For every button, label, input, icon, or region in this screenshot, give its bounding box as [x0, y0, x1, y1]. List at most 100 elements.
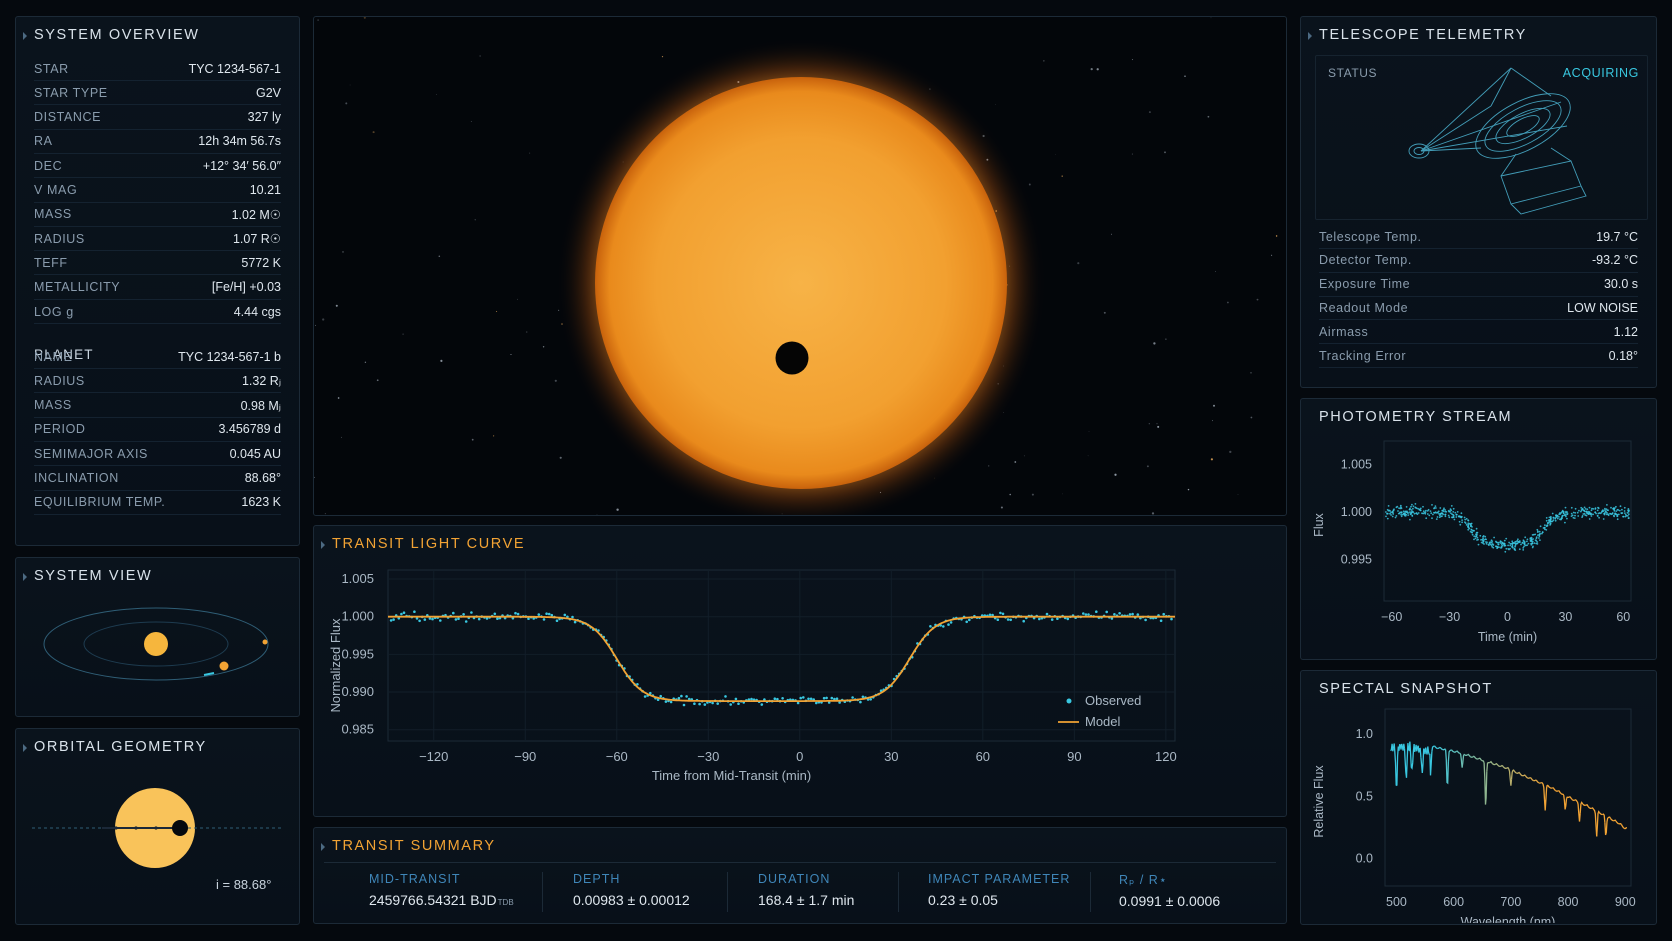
star-icon: [144, 632, 168, 656]
collapse-caret-icon[interactable]: [23, 744, 27, 752]
stream-point: [1443, 507, 1445, 510]
row-label: Telescope Temp.: [1319, 229, 1422, 244]
background-star: [1000, 506, 1003, 509]
background-star: [1090, 67, 1093, 71]
stream-point: [1604, 507, 1606, 510]
background-star: [1157, 425, 1160, 428]
observed-point: [851, 696, 854, 699]
stream-point: [1412, 505, 1415, 508]
observed-point: [457, 617, 460, 620]
stream-point: [1607, 509, 1609, 512]
spectral-snapshot-panel: SPECTAL SNAPSHOT 500 600 700 800 900 1.0 0.5 0.…: [1300, 670, 1657, 925]
row-value: 1.07 R☉: [232, 232, 281, 247]
observed-point: [493, 612, 497, 616]
stream-point: [1544, 528, 1546, 531]
stream-point: [1471, 531, 1473, 534]
observed-point: [1159, 619, 1163, 622]
row-label: DISTANCE: [34, 110, 102, 125]
stream-point: [1580, 510, 1582, 513]
spectrum-segment: [1434, 745, 1438, 750]
planet-marker: [172, 820, 188, 836]
inclination-label: i = 88.68°: [216, 877, 272, 892]
stream-point: [1404, 511, 1407, 513]
observed-point: [1128, 613, 1132, 616]
background-star: [1187, 488, 1190, 491]
stream-point: [1597, 506, 1599, 509]
stream-point: [1541, 532, 1543, 535]
background-star: [1165, 338, 1167, 340]
data-row: Detector Temp. -93.2 °C: [1319, 249, 1638, 273]
spectrum-segment: [1598, 812, 1603, 816]
collapse-caret-icon[interactable]: [321, 843, 325, 851]
panel-title: ORBITAL GEOMETRY: [34, 739, 207, 755]
system-overview-panel: SYSTEM OVERVIEW STAR TYC 1234-567-1 STAR T…: [15, 16, 300, 546]
observed-point: [825, 696, 828, 700]
panel-title: SYSTEM OVERVIEW: [34, 27, 200, 43]
stream-point: [1517, 540, 1520, 543]
stream-point: [1454, 511, 1457, 514]
stream-point: [1453, 518, 1456, 521]
observed-point: [431, 617, 434, 621]
transit-light-curve-chart: −120 −90 −60 −30 0 30 60 90 120 1.005 1.000 0.995 0.…: [328, 569, 1177, 783]
stream-point: [1439, 512, 1442, 515]
observed-point: [547, 612, 551, 616]
stream-point: [1464, 521, 1466, 524]
stream-point: [1414, 503, 1417, 505]
background-star: [493, 435, 495, 437]
x-tick-label: 30: [1558, 610, 1572, 624]
observed-point: [573, 620, 577, 624]
row-label: SEMIMAJOR AXIS: [34, 446, 148, 461]
stream-point: [1415, 512, 1418, 514]
summary-duration: DURATION 168.4 ± 1.7 min: [758, 872, 854, 922]
summary-label: DEPTH: [573, 872, 621, 886]
stream-point: [1538, 537, 1540, 539]
background-star: [440, 359, 443, 362]
data-row: Tracking Error 0.18°: [1319, 344, 1638, 368]
background-star: [345, 102, 348, 105]
stream-point: [1590, 515, 1593, 517]
panel-title: TELESCOPE TELEMETRY: [1319, 27, 1527, 43]
stream-point: [1598, 516, 1600, 519]
spectrum-segment: [1587, 806, 1592, 810]
collapse-caret-icon[interactable]: [321, 541, 325, 549]
observed-point: [402, 611, 406, 614]
row-value: 1623 K: [241, 495, 281, 510]
stream-point: [1460, 512, 1463, 515]
row-value: TYC 1234-567-1 b: [178, 349, 281, 364]
stream-point: [1532, 538, 1534, 540]
stream-point: [1398, 507, 1400, 509]
collapse-caret-icon[interactable]: [1308, 32, 1312, 40]
background-star: [1087, 455, 1089, 457]
background-star: [517, 298, 518, 300]
background-star: [559, 456, 562, 459]
stream-point: [1448, 516, 1451, 519]
stream-point: [1536, 543, 1539, 545]
spectrum-segment: [1500, 764, 1504, 768]
collapse-caret-icon[interactable]: [23, 573, 27, 581]
spectrum-segment: [1546, 784, 1551, 789]
x-axis-label: Time (min): [1478, 630, 1537, 644]
stream-point: [1624, 512, 1626, 514]
stream-point: [1468, 522, 1471, 525]
stream-point: [1404, 512, 1406, 515]
row-label: RADIUS: [34, 231, 85, 246]
data-row: RADIUS 1.32 Rⱼ: [34, 369, 281, 394]
stream-point: [1473, 538, 1475, 541]
observed-point: [1066, 617, 1070, 621]
stream-point: [1561, 511, 1563, 513]
background-star: [364, 361, 367, 363]
stream-point: [1452, 513, 1454, 516]
x-tick-label: 60: [976, 749, 990, 764]
spectrum-segment: [1560, 792, 1565, 796]
background-star: [1088, 431, 1090, 432]
background-star: [496, 310, 498, 313]
stream-point: [1623, 506, 1626, 509]
spectrum-segment: [1475, 757, 1479, 760]
stream-point: [1532, 545, 1534, 548]
collapse-caret-icon[interactable]: [23, 32, 27, 40]
observed-point: [776, 697, 779, 701]
stream-point: [1535, 540, 1538, 542]
stream-point: [1425, 517, 1428, 520]
telescope-wireframe-icon: [1408, 67, 1587, 215]
y-axis-label: Relative Flux: [1312, 765, 1326, 838]
